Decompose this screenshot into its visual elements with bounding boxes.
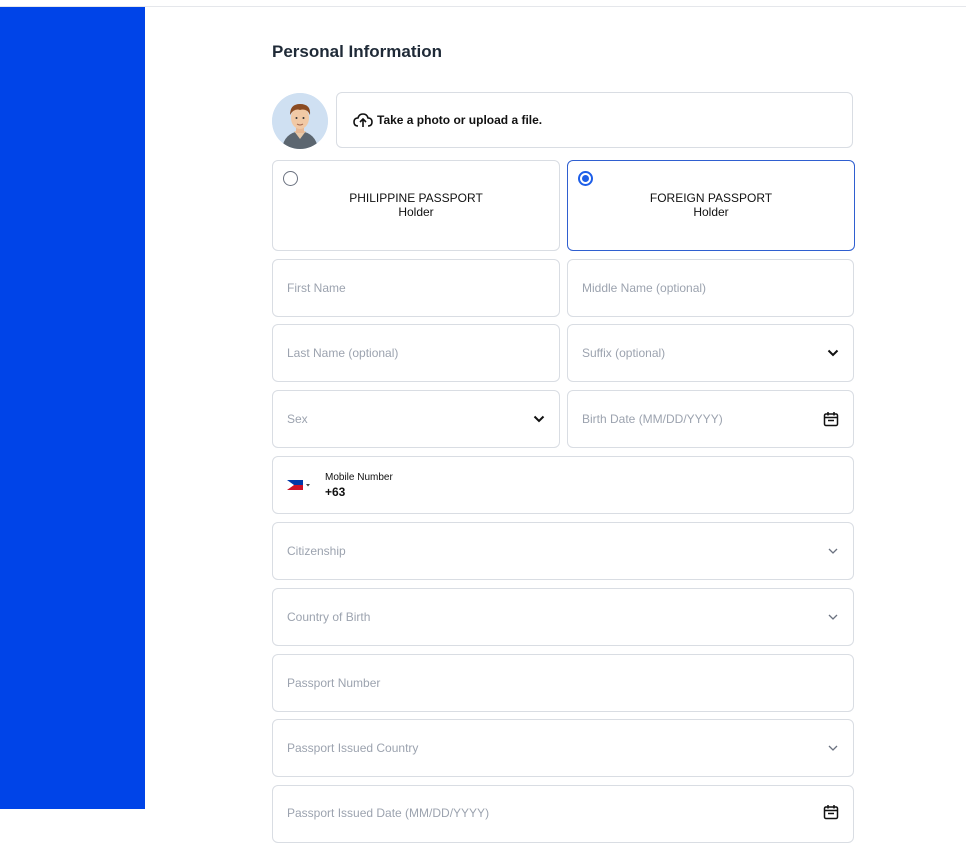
section-title: Personal Information	[272, 42, 443, 61]
photo-upload-button[interactable]: Take a photo or upload a file.	[336, 92, 853, 148]
option-subtitle: Holder	[398, 205, 434, 219]
passport-issued-country-select[interactable]: Passport Issued Country	[272, 719, 854, 777]
mobile-number-field[interactable]: Mobile Number +63	[272, 456, 854, 514]
chevron-down-icon	[827, 349, 839, 357]
philippine-passport-option[interactable]: PHILIPPINE PASSPORT Holder	[272, 160, 560, 251]
passport-issued-date-placeholder: Passport Issued Date (MM/DD/YYYY)	[287, 806, 490, 820]
avatar	[272, 93, 328, 149]
passport-issued-country-placeholder: Passport Issued Country	[287, 741, 419, 755]
option-title: PHILIPPINE PASSPORT	[349, 191, 483, 205]
country-code-selector[interactable]	[287, 480, 317, 490]
option-title: FOREIGN PASSPORT	[649, 191, 773, 205]
chevron-down-icon	[827, 744, 839, 752]
chevron-down-icon	[827, 613, 839, 621]
sex-select[interactable]: Sex	[272, 390, 560, 448]
avatar-icon	[272, 93, 328, 149]
passport-number-field[interactable]: Passport Number	[272, 654, 854, 712]
passport-number-placeholder: Passport Number	[287, 676, 381, 690]
citizenship-select[interactable]: Citizenship	[272, 522, 854, 580]
first-name-placeholder: First Name	[287, 281, 346, 295]
sidebar	[0, 7, 145, 809]
philippine-passport-radio[interactable]	[283, 171, 298, 186]
calendar-icon[interactable]	[823, 411, 839, 427]
calendar-icon[interactable]	[823, 804, 839, 820]
foreign-passport-option[interactable]: FOREIGN PASSPORT Holder	[567, 160, 855, 251]
middle-name-placeholder: Middle Name (optional)	[582, 281, 707, 295]
chevron-down-icon	[827, 547, 839, 555]
suffix-select[interactable]: Suffix (optional)	[567, 324, 854, 382]
foreign-passport-radio[interactable]	[578, 171, 593, 186]
country-of-birth-placeholder: Country of Birth	[287, 610, 371, 624]
citizenship-placeholder: Citizenship	[287, 544, 346, 558]
birth-date-placeholder: Birth Date (MM/DD/YYYY)	[582, 412, 723, 426]
mobile-number-value: +63	[325, 484, 346, 499]
option-subtitle: Holder	[693, 205, 729, 219]
mobile-number-label: Mobile Number	[325, 471, 393, 483]
sex-placeholder: Sex	[287, 412, 308, 426]
last-name-placeholder: Last Name (optional)	[287, 346, 399, 360]
upload-label: Take a photo or upload a file.	[377, 113, 543, 127]
philippines-flag-icon	[287, 480, 310, 490]
birth-date-field[interactable]: Birth Date (MM/DD/YYYY)	[567, 390, 854, 448]
country-of-birth-select[interactable]: Country of Birth	[272, 588, 854, 646]
cloud-upload-icon	[353, 111, 373, 129]
last-name-field[interactable]: Last Name (optional)	[272, 324, 560, 382]
first-name-field[interactable]: First Name	[272, 259, 560, 317]
passport-issued-date-field[interactable]: Passport Issued Date (MM/DD/YYYY)	[272, 785, 854, 843]
middle-name-field[interactable]: Middle Name (optional)	[567, 259, 854, 317]
chevron-down-icon	[533, 415, 545, 423]
suffix-placeholder: Suffix (optional)	[582, 346, 666, 360]
